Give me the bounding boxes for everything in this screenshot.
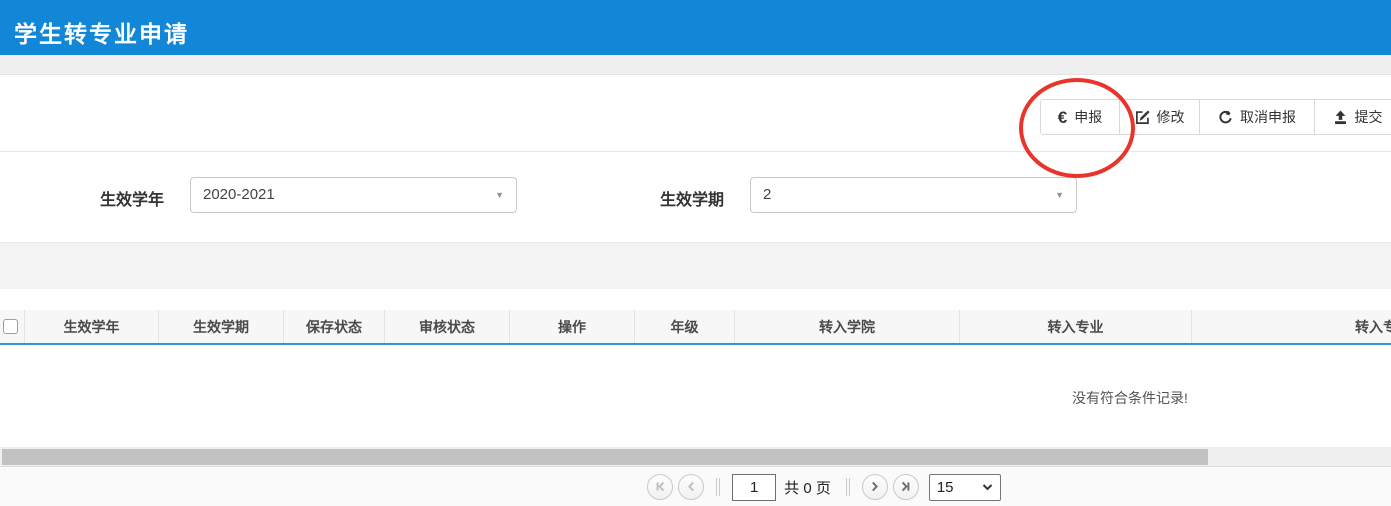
app-header: 学生转专业申请 [0,0,1391,55]
dropdown-caret-icon: ▼ [495,178,504,212]
submit-button-label: 提交 [1355,107,1383,127]
declare-button-label: 申报 [1074,107,1102,127]
column-header-target-major-direction[interactable]: 转入专业方向 [1192,310,1391,343]
pagination-bar: 共 0 页 15 [0,466,1391,506]
last-page-button[interactable] [893,474,919,500]
total-pages-label: 共 0 页 [784,477,831,498]
select-all-checkbox[interactable] [3,319,18,334]
results-grid: 生效学年 生效学期 保存状态 审核状态 操作 年级 转入学院 转入专业 转入专业… [0,310,1391,345]
empty-records-message: 没有符合条件记录! [1072,388,1188,408]
toolbar: € 申报 修改 [0,76,1391,152]
select-all-cell [0,310,25,343]
first-page-icon [655,480,666,495]
last-page-icon [900,480,911,495]
effective-year-label: 生效学年 [100,186,164,210]
effective-year-select[interactable]: 2020-2021 ▼ [190,177,517,213]
column-header-grade[interactable]: 年级 [635,310,735,343]
prev-page-icon [686,480,697,495]
edit-square-icon [1135,110,1150,125]
effective-term-value: 2 [763,186,771,203]
modify-button[interactable]: 修改 [1120,99,1200,135]
page: 学生转专业申请 € 申报 修改 [0,0,1391,506]
declare-button[interactable]: € 申报 [1040,99,1120,135]
page-size-select[interactable]: 15 [929,474,1001,501]
pager-controls: 共 0 页 15 [0,467,1391,506]
next-page-icon [869,480,880,495]
cancel-declare-button[interactable]: 取消申报 [1200,99,1315,135]
toolbar-button-group: € 申报 修改 [1040,99,1391,135]
column-header-save-status[interactable]: 保存状态 [284,310,385,343]
horizontal-scrollbar[interactable] [0,448,1391,466]
first-page-button[interactable] [647,474,673,500]
effective-year-value: 2020-2021 [203,186,275,203]
refresh-icon [1218,110,1233,125]
effective-term-label: 生效学期 [660,186,724,210]
horizontal-scrollbar-thumb[interactable] [2,449,1208,465]
column-header-target-major[interactable]: 转入专业 [960,310,1192,343]
submit-button[interactable]: 提交 [1315,99,1391,135]
section-divider-band [0,242,1391,289]
subheader-strip [0,55,1391,75]
page-number-input[interactable] [732,474,776,501]
column-header-review-status[interactable]: 审核状态 [385,310,510,343]
effective-term-select[interactable]: 2 ▼ [750,177,1077,213]
cancel-declare-button-label: 取消申报 [1240,107,1296,127]
page-title: 学生转专业申请 [14,15,189,49]
prev-page-button[interactable] [678,474,704,500]
dropdown-caret-icon: ▼ [1055,178,1064,212]
column-header-effective-term[interactable]: 生效学期 [159,310,284,343]
column-header-effective-year[interactable]: 生效学年 [25,310,159,343]
pager-separator [846,478,850,496]
euro-declare-icon: € [1058,109,1067,126]
modify-button-label: 修改 [1157,107,1185,127]
pager-separator [716,478,720,496]
column-header-operation[interactable]: 操作 [510,310,635,343]
column-header-target-college[interactable]: 转入学院 [735,310,960,343]
page-size-value: 15 [937,479,954,496]
grid-header-row: 生效学年 生效学期 保存状态 审核状态 操作 年级 转入学院 转入专业 转入专业… [0,310,1391,345]
select-caret-icon [982,483,993,491]
upload-icon [1333,110,1348,125]
next-page-button[interactable] [862,474,888,500]
